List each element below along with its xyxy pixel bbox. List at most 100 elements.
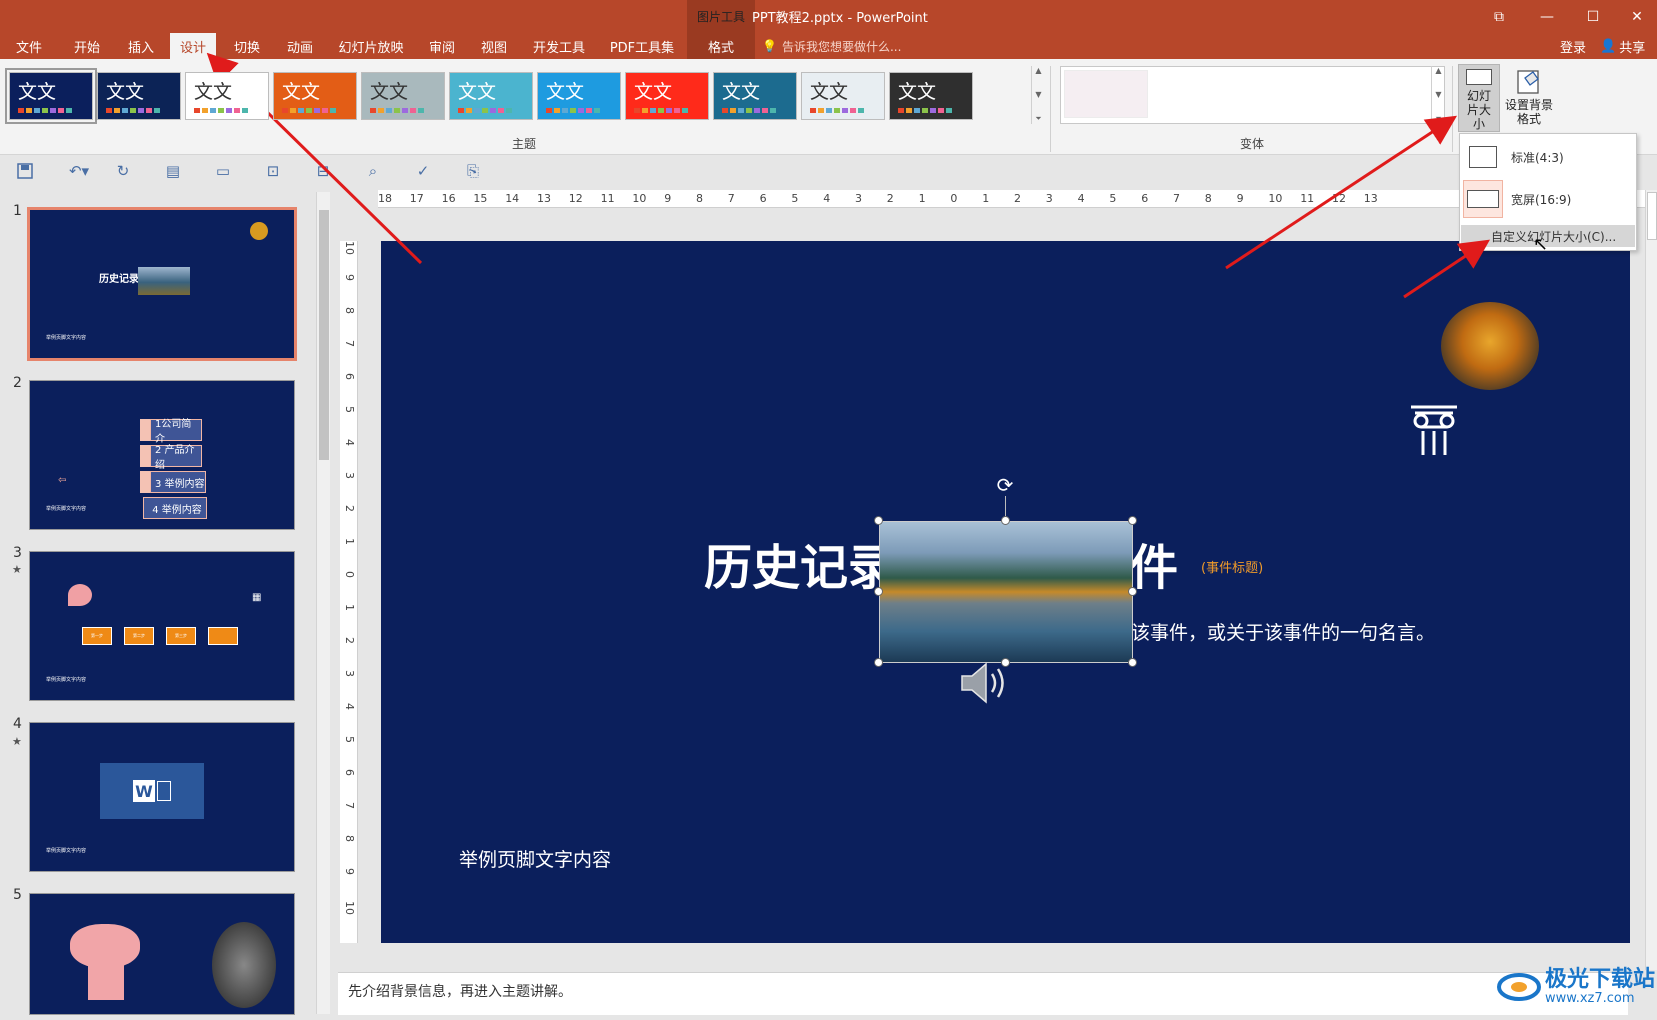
- title-tag[interactable]: (事件标题): [1201, 557, 1263, 576]
- slide-thumbnail-5[interactable]: [29, 893, 295, 1015]
- slide-title[interactable]: 历史记录: [704, 528, 896, 598]
- variants-gallery-scroll[interactable]: ▲ ▼ ⏷: [1431, 66, 1445, 124]
- tab-review[interactable]: 审阅: [421, 33, 463, 59]
- close-button[interactable]: ✕: [1614, 0, 1657, 33]
- theme-color-swatches: [18, 108, 72, 113]
- presenter-icon[interactable]: ⊟: [312, 160, 334, 182]
- ruler-tick-label: 8: [1204, 192, 1212, 205]
- login-link[interactable]: 登录: [1560, 33, 1586, 59]
- thumb-footer: 举例页脚文字内容: [46, 677, 87, 683]
- ruler-tick-label: 6: [759, 192, 767, 205]
- slide-size-button[interactable]: 幻灯片大小: [1458, 64, 1500, 132]
- theme-option-6[interactable]: 文文: [449, 72, 533, 120]
- share-button[interactable]: 👤 共享: [1600, 33, 1645, 59]
- resize-handle[interactable]: [874, 587, 883, 596]
- save-icon[interactable]: [14, 160, 36, 182]
- export-icon[interactable]: ⎘: [462, 160, 484, 182]
- ruler-tick-label: 17: [409, 192, 424, 205]
- resize-handle[interactable]: [874, 516, 883, 525]
- landscape-picture[interactable]: [879, 521, 1133, 663]
- undo-icon[interactable]: ↶▾: [64, 160, 94, 182]
- ruler-tick-label: 13: [537, 192, 551, 205]
- ruler-tick-label: 18: [378, 192, 392, 205]
- ruler-tick-label: 8: [343, 835, 356, 842]
- new-slide-icon[interactable]: ▤: [162, 160, 184, 182]
- redo-icon[interactable]: ↻: [112, 160, 134, 182]
- theme-option-1[interactable]: 文文: [5, 68, 97, 124]
- theme-option-5[interactable]: 文文: [361, 72, 445, 120]
- tell-me-box[interactable]: 💡 告诉我您想要做什么...: [762, 33, 901, 59]
- thumb-footer: 举例页脚文字内容: [46, 506, 87, 512]
- theme-option-7[interactable]: 文文: [537, 72, 621, 120]
- ruler-tick-label: 9: [1236, 192, 1244, 205]
- tab-file[interactable]: 文件: [8, 33, 50, 59]
- theme-color-swatches: [194, 108, 248, 113]
- ruler-tick-label: 4: [1077, 192, 1085, 205]
- tab-transitions[interactable]: 切换: [226, 33, 268, 59]
- theme-sample-text: 文文: [282, 81, 321, 103]
- ruler-tick-label: 8: [696, 192, 703, 205]
- theme-sample-text: 文文: [370, 81, 409, 103]
- resize-handle[interactable]: [874, 658, 883, 667]
- scrollbar-thumb[interactable]: [1647, 192, 1657, 240]
- tab-animations[interactable]: 动画: [279, 33, 321, 59]
- leaf-image[interactable]: [1441, 302, 1539, 390]
- minimize-button[interactable]: —: [1524, 0, 1570, 33]
- format-background-button[interactable]: 设置背景格式: [1502, 64, 1556, 132]
- layout-icon[interactable]: ▭: [212, 160, 234, 182]
- slide-thumbnail-2[interactable]: 1公司简介 2 产品介绍 3 举例内容 4 举例内容 ⇦ 举例页脚文字内容: [29, 380, 295, 530]
- resize-handle[interactable]: [1128, 516, 1137, 525]
- slide-title-continued[interactable]: 件: [1130, 528, 1178, 598]
- slide-number: 1: [13, 203, 22, 219]
- thumb-step: 第一步: [82, 627, 112, 645]
- tab-home[interactable]: 开始: [66, 33, 108, 59]
- theme-option-2[interactable]: 文文: [97, 72, 181, 120]
- rotate-handle-icon[interactable]: ⟳: [994, 473, 1016, 497]
- menu-standard-4-3[interactable]: 标准(4:3): [1461, 137, 1635, 177]
- slide-thumbnail-4[interactable]: W 举例页脚文字内容: [29, 722, 295, 872]
- slide-number: 4: [13, 716, 22, 732]
- tab-design[interactable]: 设计: [170, 33, 216, 59]
- slide-thumbnail-3[interactable]: ▦ 第一步 第二步 第三步 举例页脚文字内容: [29, 551, 295, 701]
- maximize-button[interactable]: ☐: [1570, 0, 1616, 33]
- slide-subtitle[interactable]: 该事件，或关于该事件的一句名言。: [1131, 618, 1435, 645]
- tab-format[interactable]: 格式: [687, 33, 755, 59]
- theme-color-swatches: [106, 108, 160, 113]
- theme-option-3[interactable]: 文文: [185, 72, 269, 120]
- ribbon-display-options-button[interactable]: ⧉: [1476, 0, 1522, 33]
- speaker-notes[interactable]: 先介绍背景信息，再进入主题讲解。: [338, 972, 1628, 1015]
- ruler-tick-label: 2: [1014, 192, 1021, 205]
- theme-option-10[interactable]: 文文: [801, 72, 885, 120]
- resize-handle[interactable]: [1128, 587, 1137, 596]
- watermark-logo-icon: [1497, 973, 1541, 1002]
- check-icon[interactable]: ✓: [412, 160, 434, 182]
- menu-widescreen-16-9[interactable]: 宽屏(16:9): [1461, 179, 1635, 219]
- slide-scrollbar[interactable]: [1645, 190, 1657, 970]
- theme-gallery-scroll[interactable]: ▲ ▼ ⏷: [1031, 66, 1045, 124]
- tab-slideshow[interactable]: 幻灯片放映: [334, 33, 408, 59]
- resize-handle[interactable]: [1128, 658, 1137, 667]
- speaker-icon[interactable]: [958, 660, 1014, 706]
- variant-thumbnail[interactable]: [1064, 70, 1148, 118]
- menu-widescreen-label: 宽屏(16:9): [1511, 192, 1572, 207]
- slide-thumbnail-1[interactable]: 历史记录件 举例页脚文字内容: [27, 207, 297, 361]
- theme-option-9[interactable]: 文文: [713, 72, 797, 120]
- tab-developer[interactable]: 开发工具: [528, 33, 590, 59]
- theme-option-8[interactable]: 文文: [625, 72, 709, 120]
- tab-view[interactable]: 视图: [473, 33, 515, 59]
- slide-footer[interactable]: 举例页脚文字内容: [459, 845, 611, 872]
- resize-handle[interactable]: [1001, 516, 1010, 525]
- theme-color-swatches: [634, 108, 688, 113]
- ruler-tick-label: 10: [632, 192, 647, 205]
- watermark-url: www.xz7.com: [1545, 991, 1635, 1007]
- tab-pdf-tools[interactable]: PDF工具集: [605, 33, 679, 59]
- thumbnails-scrollbar[interactable]: [316, 192, 330, 1014]
- theme-option-4[interactable]: 文文: [273, 72, 357, 120]
- arrow-left-icon: ⇦: [58, 475, 67, 486]
- present-icon[interactable]: ⊡: [262, 160, 284, 182]
- ruler-tick-label: 7: [1173, 192, 1180, 205]
- scrollbar-thumb[interactable]: [319, 210, 329, 460]
- tab-insert[interactable]: 插入: [120, 33, 162, 59]
- preview-icon[interactable]: ⌕: [362, 160, 384, 182]
- theme-option-11[interactable]: 文文: [889, 72, 973, 120]
